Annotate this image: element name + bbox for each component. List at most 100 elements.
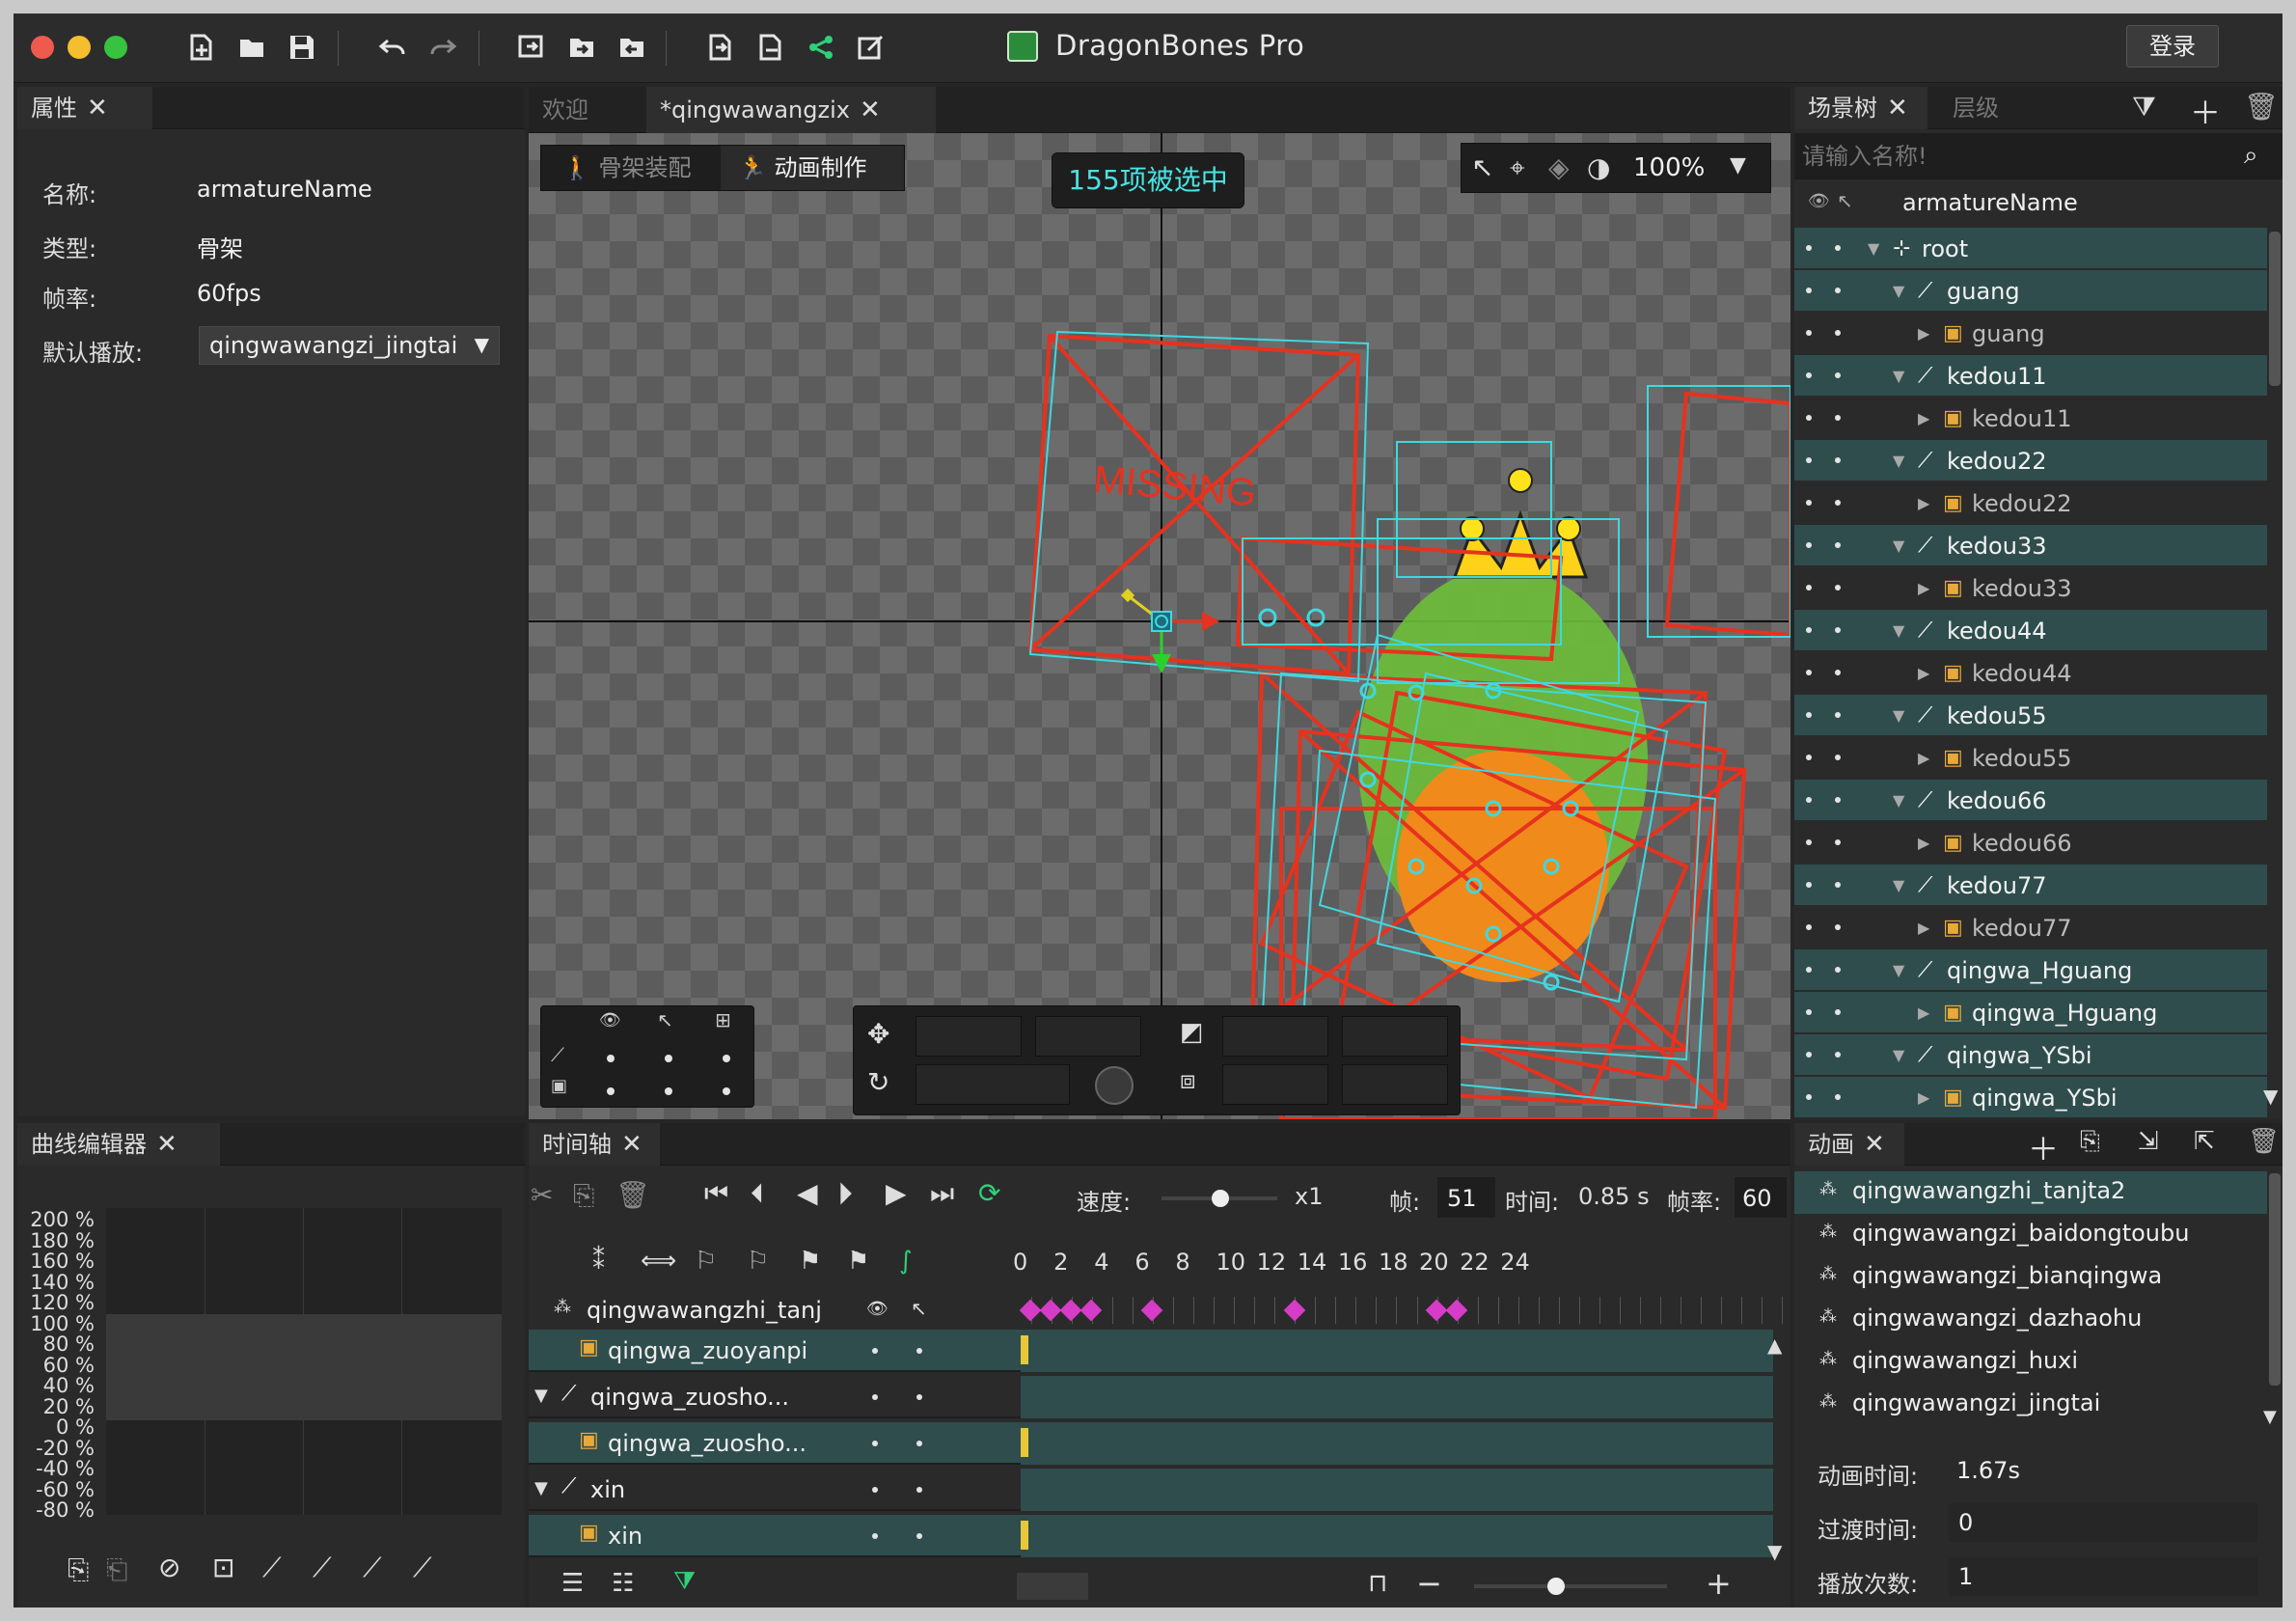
- lock-toggle[interactable]: [1835, 500, 1841, 506]
- chevron-right-icon[interactable]: ▶: [1918, 737, 1929, 780]
- mesh-tool-icon[interactable]: ◈: [1548, 151, 1570, 183]
- share-icon[interactable]: [805, 33, 837, 66]
- fps-input[interactable]: 60: [1735, 1177, 1787, 1218]
- timeline-layer-row[interactable]: ▣ qingwa_zuosho...: [529, 1422, 1773, 1465]
- tree-row[interactable]: ▶ ▣ guang: [1794, 313, 2267, 353]
- keyframe-diamond[interactable]: [1019, 1299, 1042, 1322]
- edit-icon[interactable]: [855, 33, 888, 66]
- chevron-down-icon[interactable]: ▼: [1893, 270, 1904, 313]
- animation-list-item[interactable]: ⁂ qingwawangzi_baidongtoubu: [1794, 1214, 2267, 1256]
- ease-out-icon[interactable]: ⟋: [313, 1552, 332, 1584]
- layer-lock-toggle[interactable]: [916, 1441, 922, 1446]
- animation-keyframes[interactable]: [1019, 1291, 1790, 1330]
- visible-toggle[interactable]: [1806, 415, 1812, 421]
- first-frame-icon[interactable]: ⏮: [704, 1177, 728, 1210]
- stage-canvas[interactable]: MISSING: [529, 133, 1790, 1119]
- export-icon[interactable]: [704, 33, 737, 66]
- visible-toggle[interactable]: [1806, 627, 1812, 633]
- tree-row[interactable]: ▼ ⟋ kedou44: [1794, 610, 2267, 650]
- layer-track[interactable]: [1021, 1515, 1773, 1557]
- visible-toggle[interactable]: [1806, 372, 1812, 378]
- timeline-hscroll[interactable]: [1017, 1573, 1088, 1600]
- ruler-icon[interactable]: ⊓: [1368, 1569, 1387, 1598]
- close-icon[interactable]: ✕: [860, 87, 881, 133]
- flag-icon[interactable]: ⚑: [847, 1247, 869, 1276]
- skew-y-input[interactable]: [1342, 1064, 1448, 1105]
- lock-toggle[interactable]: [1835, 1094, 1841, 1100]
- step-curve-icon[interactable]: ⟋: [413, 1552, 432, 1584]
- bezier-curve-icon[interactable]: ⊘: [158, 1552, 180, 1583]
- cursor-icon[interactable]: ↖: [657, 1008, 673, 1031]
- scroll-down-icon[interactable]: ▼: [2263, 1407, 2277, 1427]
- copy-frame-icon[interactable]: ⎘: [573, 1179, 594, 1212]
- close-icon[interactable]: ✕: [1887, 87, 1908, 129]
- keyframe-diamond[interactable]: [1283, 1299, 1305, 1322]
- tab-timeline[interactable]: 时间轴 ✕: [529, 1123, 660, 1166]
- layer-visible-toggle[interactable]: [872, 1441, 878, 1446]
- lock-toggle[interactable]: [1835, 882, 1841, 888]
- tree-scrollbar[interactable]: [2269, 232, 2281, 386]
- scale-x-input[interactable]: [1222, 1016, 1328, 1057]
- tab-properties[interactable]: 属性 ✕: [17, 87, 152, 129]
- search-icon[interactable]: ⌕: [2244, 141, 2258, 171]
- tab-welcome[interactable]: 欢迎: [529, 87, 637, 133]
- image-select-toggle[interactable]: [665, 1087, 672, 1095]
- keyframe-diamond[interactable]: [1425, 1299, 1448, 1322]
- timeline-ruler[interactable]: 0 2 4 6 8 10 12 14 16 18 20 22 24: [1013, 1243, 1790, 1281]
- close-icon[interactable]: ✕: [621, 1123, 642, 1166]
- layer-visible-toggle[interactable]: [872, 1394, 878, 1400]
- timeline-zoom-handle[interactable]: [1547, 1578, 1565, 1595]
- speed-slider-handle[interactable]: [1212, 1190, 1229, 1207]
- chevron-right-icon[interactable]: ▶: [1918, 482, 1929, 525]
- image-tree-toggle[interactable]: [723, 1087, 730, 1095]
- tab-scene-tree[interactable]: 场景树 ✕: [1794, 87, 1927, 129]
- visible-toggle[interactable]: [1806, 967, 1812, 973]
- chevron-down-icon[interactable]: ▼: [1893, 1034, 1904, 1077]
- chevron-right-icon[interactable]: ▶: [1918, 567, 1929, 610]
- close-icon[interactable]: ✕: [156, 1123, 178, 1166]
- lock-toggle[interactable]: [1835, 627, 1841, 633]
- layer-lock-toggle[interactable]: [916, 1533, 922, 1539]
- close-window-button[interactable]: [31, 36, 54, 59]
- import-folder-icon[interactable]: [565, 33, 598, 66]
- eye-icon[interactable]: 👁: [599, 1010, 621, 1030]
- lock-toggle[interactable]: [1835, 372, 1841, 378]
- tree-row[interactable]: ▶ ▣ kedou22: [1794, 482, 2267, 523]
- tree-row[interactable]: ▼ ⟋ kedou55: [1794, 695, 2267, 735]
- tree-row[interactable]: ▶ ▣ qingwa_Hguang: [1794, 992, 2267, 1032]
- visible-toggle[interactable]: [1806, 245, 1812, 251]
- rotation-dial[interactable]: [1095, 1066, 1134, 1105]
- curve-graph[interactable]: [106, 1208, 502, 1515]
- label-flag-icon[interactable]: ⚑: [799, 1247, 821, 1276]
- keyframe-diamond[interactable]: [1080, 1299, 1103, 1322]
- image-visible-toggle[interactable]: [607, 1087, 615, 1095]
- tween-icon[interactable]: ⟺: [641, 1247, 676, 1276]
- maximize-window-button[interactable]: [104, 36, 127, 59]
- bone-visible-toggle[interactable]: [607, 1055, 615, 1062]
- timeline-zoom-slider[interactable]: [1474, 1578, 1667, 1595]
- scroll-down-icon[interactable]: ▼: [2263, 1085, 2278, 1108]
- position-x-input[interactable]: [916, 1016, 1022, 1057]
- visible-toggle[interactable]: [1806, 1052, 1812, 1058]
- prev-event-icon[interactable]: ⚐: [695, 1247, 717, 1276]
- next-event-icon[interactable]: ⚐: [747, 1247, 769, 1276]
- linear-curve-icon[interactable]: ⊡: [212, 1552, 234, 1583]
- close-icon[interactable]: ✕: [87, 87, 108, 129]
- rig-mode-button[interactable]: 🚶 骨架装配: [541, 146, 719, 190]
- visible-toggle[interactable]: [1806, 797, 1812, 803]
- layer-keyframe[interactable]: [1021, 1428, 1028, 1457]
- timeline-layer-row[interactable]: ▣ qingwa_zuoyanpi: [529, 1330, 1773, 1372]
- visible-toggle[interactable]: [1806, 839, 1812, 845]
- layer-view-icon[interactable]: ☷: [612, 1569, 634, 1598]
- layer-visible-toggle[interactable]: [872, 1348, 878, 1354]
- bone-select-toggle[interactable]: [665, 1055, 672, 1062]
- visible-toggle[interactable]: [1806, 882, 1812, 888]
- tree-row[interactable]: ▼ ⟋ qingwa_YSbi: [1794, 1034, 2267, 1075]
- copy-curve-icon[interactable]: ⎘: [68, 1553, 89, 1586]
- chevron-down-icon[interactable]: ▼: [1868, 228, 1879, 270]
- ease-in-icon[interactable]: ⟋: [262, 1552, 282, 1584]
- zoom-in-icon[interactable]: +: [1706, 1565, 1732, 1602]
- add-animation-icon[interactable]: ＋: [2028, 1125, 2059, 1169]
- new-project-icon[interactable]: [185, 33, 218, 66]
- chevron-down-icon[interactable]: ▼: [534, 1386, 548, 1406]
